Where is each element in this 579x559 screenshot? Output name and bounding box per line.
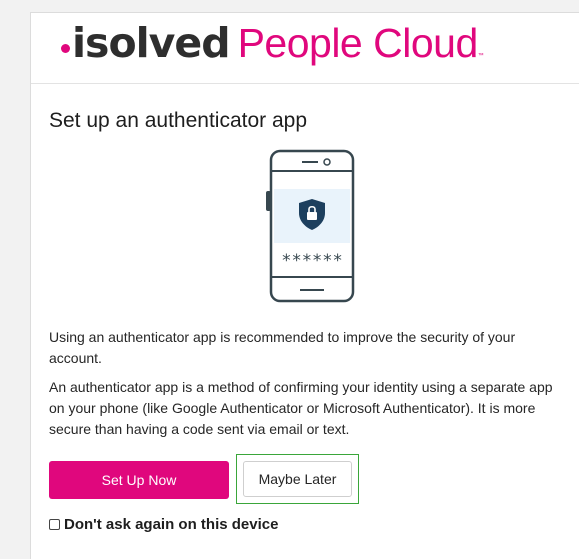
logo-brand-text: isolved bbox=[72, 19, 231, 67]
auth-setup-card: isolved People Cloud™ Set up an authentic… bbox=[30, 12, 579, 559]
dont-ask-again-label[interactable]: Don't ask again on this device bbox=[64, 516, 278, 533]
dont-ask-again-checkbox[interactable] bbox=[49, 519, 60, 530]
masked-code: ****** bbox=[281, 251, 342, 271]
set-up-now-button[interactable]: Set Up Now bbox=[49, 461, 229, 499]
dont-ask-again-row[interactable]: Don't ask again on this device bbox=[49, 516, 278, 533]
main-content: Set up an authenticator app ****** Using… bbox=[49, 83, 564, 533]
maybe-later-focus-ring: Maybe Later bbox=[236, 454, 359, 504]
page-title: Set up an authenticator app bbox=[49, 109, 308, 132]
logo-bar: isolved People Cloud™ bbox=[31, 13, 579, 84]
maybe-later-button[interactable]: Maybe Later bbox=[243, 461, 352, 497]
intro-paragraph: Using an authenticator app is recommende… bbox=[49, 329, 516, 366]
phone-lock-icon: ****** bbox=[264, 149, 360, 305]
logo-dot-icon bbox=[61, 44, 70, 54]
isolved-logo: isolved People Cloud™ bbox=[61, 23, 484, 64]
explanation-paragraph: An authenticator app is a method of conf… bbox=[49, 379, 553, 437]
logo-suffix-text: People Cloud bbox=[237, 20, 479, 66]
phone-illustration: ****** bbox=[266, 149, 355, 303]
logo-trademark: ™ bbox=[477, 53, 484, 59]
